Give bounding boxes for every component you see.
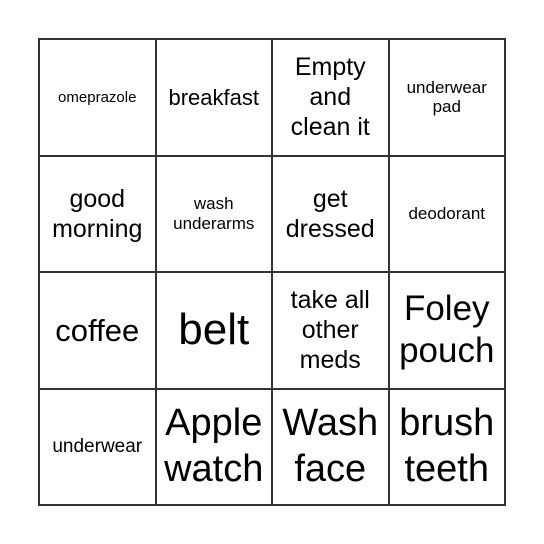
bingo-cell[interactable]: Foley pouch [388,272,505,389]
bingo-cell[interactable]: Empty and clean it [272,39,389,156]
bingo-cell[interactable]: get dressed [272,155,389,272]
cell-text: Empty and clean it [290,53,370,142]
cell-text: underwear [52,435,143,457]
bingo-cell[interactable]: breakfast [155,39,272,156]
cell-text: underwear pad [406,77,487,117]
cell-text: get dressed [285,184,375,243]
bingo-cell[interactable]: Apple watch [155,388,272,505]
bingo-cell[interactable]: underwear [39,388,156,505]
cell-text: omeprazole [58,88,137,106]
cell-text: brush teeth [399,402,495,490]
bingo-cell[interactable]: good morning [39,155,156,272]
bingo-cell[interactable]: coffee [39,272,156,389]
cell-text: good morning [52,184,143,243]
bingo-card: omeprazole breakfast Empty and clean it … [38,38,506,506]
bingo-cell[interactable]: take all other meds [272,272,389,389]
cell-text: Foley pouch [399,289,495,371]
cell-text: Wash face [282,402,379,490]
cell-text: breakfast [168,84,260,110]
cell-text: Apple watch [164,402,264,490]
bingo-cell[interactable]: deodorant [388,155,505,272]
bingo-cell[interactable]: brush teeth [388,388,505,505]
cell-text: coffee [55,312,140,348]
bingo-cell[interactable]: belt [155,272,272,389]
cell-text: belt [178,304,250,354]
cell-text: take all other meds [290,286,370,375]
cell-text: wash underarms [173,194,255,233]
bingo-cell[interactable]: underwear pad [388,39,505,156]
bingo-cell[interactable]: wash underarms [155,155,272,272]
bingo-cell[interactable]: omeprazole [39,39,156,156]
bingo-cell[interactable]: Wash face [272,388,389,505]
cell-text: deodorant [408,203,486,223]
